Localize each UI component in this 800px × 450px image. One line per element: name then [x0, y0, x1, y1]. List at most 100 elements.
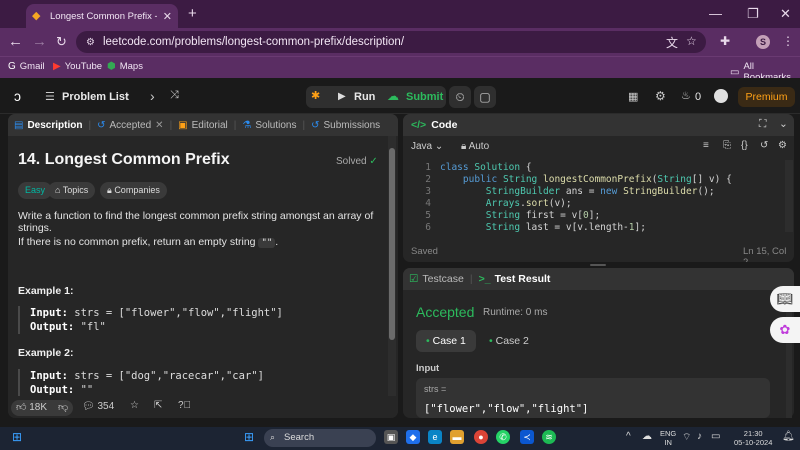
problem-list-link[interactable]: Problem List [62, 91, 129, 103]
tab-testcase[interactable]: ☑ Testcase [403, 268, 470, 290]
tray-chevron-icon[interactable]: ^ [626, 431, 631, 442]
dislike-button[interactable]: 👎︎ [58, 401, 68, 413]
editor-scrollbar[interactable] [785, 160, 793, 232]
bookmark-icon[interactable]: ⎘ [723, 140, 731, 151]
bookmark-gmail[interactable]: G Gmail [8, 61, 45, 72]
translate-icon[interactable]: 文 [666, 34, 678, 51]
wifi-icon[interactable]: ⌔ [682, 431, 691, 444]
taskbar-search[interactable]: Search [264, 429, 376, 447]
window-close-icon[interactable]: ✕ [780, 6, 791, 22]
next-problem-icon[interactable]: › [150, 88, 155, 104]
tab-submissions[interactable]: ↺ Submissions [305, 114, 386, 136]
premium-button[interactable]: Premium [738, 87, 795, 107]
tab-accepted[interactable]: ↺ Accepted ✕ [91, 114, 169, 136]
battery-icon[interactable]: ▭ [711, 431, 720, 442]
debug-icon[interactable]: ✱ [311, 89, 320, 102]
extensions-icon[interactable]: ✚ [720, 34, 730, 48]
maximize-icon[interactable]: ❐ [747, 6, 759, 22]
user-avatar[interactable] [714, 89, 728, 103]
fullscreen-icon[interactable]: ⛶ [759, 118, 766, 131]
notifications-icon[interactable]: 🔔︎ [782, 431, 795, 442]
run-button[interactable]: Run [354, 91, 375, 103]
bookmark-star-icon[interactable]: ☆ [686, 34, 697, 48]
app-icon[interactable]: ◆ [406, 430, 420, 444]
case-1-tab[interactable]: • Case 1 [416, 330, 476, 352]
editor-settings-icon[interactable]: ⚙ [778, 140, 787, 151]
case-2-tab[interactable]: • Case 2 [479, 330, 539, 352]
language-indicator[interactable]: ENG IN [660, 429, 676, 447]
autocomplete-mode[interactable]: 🔒︎ Auto [461, 141, 489, 152]
reload-icon[interactable]: ↻ [56, 33, 67, 51]
panel-menu-icon[interactable]: ⌄ [779, 118, 788, 130]
layout-icon[interactable]: ▦ [628, 90, 638, 103]
language-select[interactable]: Java ⌄ [411, 141, 443, 152]
comments-button[interactable]: 💬︎ 354 [82, 401, 114, 412]
tab-solutions[interactable]: ⚗ Solutions [236, 114, 302, 136]
submit-button[interactable]: Submit [406, 91, 443, 103]
chrome-icon[interactable]: ● [474, 430, 488, 444]
tab-code[interactable]: Code [431, 119, 457, 131]
scrollbar-thumb[interactable] [389, 148, 395, 340]
side-notes-button[interactable]: 📖︎ [770, 286, 800, 312]
run-play-icon: ▶ [338, 91, 346, 102]
onedrive-icon[interactable]: ☁ [642, 431, 652, 442]
spotify-icon[interactable]: ≋ [542, 430, 556, 444]
url-bar[interactable]: ⚙ leetcode.com/problems/longest-common-p… [76, 31, 706, 53]
braces-icon[interactable]: {} [741, 140, 748, 151]
back-icon[interactable]: ← [8, 33, 23, 51]
favorite-star-icon[interactable]: ☆ [130, 400, 139, 411]
edge-icon[interactable]: e [428, 430, 442, 444]
minimize-icon[interactable]: — [709, 6, 722, 21]
new-tab-icon[interactable]: + [188, 5, 197, 22]
difficulty-badge: Easy [18, 182, 53, 199]
inline-code: "" [258, 238, 276, 248]
windows-start-icon[interactable]: ⊞ [242, 430, 256, 444]
list-icon[interactable]: ☰ [45, 90, 55, 103]
bookmark-maps[interactable]: ⬢ Maps [107, 61, 143, 72]
tab-title: Longest Common Prefix - LeetCode [50, 10, 157, 22]
leetcode-logo-icon[interactable]: ↄ [14, 88, 21, 104]
companies-button[interactable]: 🔒︎ Companies [100, 182, 167, 199]
tab-test-result[interactable]: >_ Test Result [473, 268, 557, 290]
whatsapp-icon[interactable]: ✆ [496, 430, 510, 444]
bookmark-youtube[interactable]: ▶ YouTube [53, 61, 102, 72]
topics-button[interactable]: ⌂ Topics [48, 182, 96, 199]
prev-problem-icon[interactable]: ‹ [125, 88, 130, 104]
settings-gear-icon[interactable]: ⚙ [655, 89, 666, 103]
help-icon[interactable]: ?⃝ [178, 400, 191, 411]
file-explorer-icon[interactable]: ▬ [450, 430, 464, 444]
vscode-icon[interactable]: ≺ [520, 430, 534, 444]
leetcode-favicon-icon: ◆ [32, 10, 41, 22]
chrome-menu-icon[interactable]: ⋮ [782, 34, 794, 48]
like-button[interactable]: 👍︎ 18K [16, 401, 47, 413]
page-title[interactable]: 14. Longest Common Prefix [18, 151, 230, 169]
line-number: 5 [425, 210, 431, 221]
share-icon[interactable]: ⇱ [154, 400, 162, 411]
start-icon[interactable]: ⊞ [10, 430, 24, 444]
notes-icon[interactable]: ▢ [474, 86, 496, 108]
pass-dot-icon: • [489, 335, 493, 347]
shuffle-icon[interactable]: ⤨ [170, 89, 179, 102]
check-circle-icon: ✓ [369, 156, 378, 167]
format-icon[interactable]: ≡ [703, 140, 709, 151]
reset-icon[interactable]: ↺ [760, 140, 768, 151]
clock[interactable]: 21:30 05-10-2024 [734, 429, 772, 447]
code-line: String first = v[0]; [485, 210, 601, 221]
tab-description[interactable]: ▤ Description [8, 114, 88, 136]
tab-editorial[interactable]: ▣ Editorial [172, 114, 234, 136]
browser-tab[interactable]: ◆ Longest Common Prefix - LeetCode ✕ [26, 4, 178, 28]
forward-icon[interactable]: → [32, 33, 47, 51]
side-assistant-button[interactable]: ✿ [770, 317, 800, 343]
panel-resize-handle[interactable] [590, 264, 606, 266]
timer-icon[interactable]: ⏲ [449, 86, 471, 108]
code-editor[interactable]: 1 class Solution { 2 public String longe… [403, 160, 783, 233]
streak-fire-icon[interactable]: ♨ [681, 89, 691, 102]
code-line: String last = v[v.length-1]; [485, 222, 646, 233]
task-view-icon[interactable]: ▣ [384, 430, 398, 444]
editor-toolbar: Java ⌄ 🔒︎ Auto ≡ ⎘ {} ↺ ⚙ [403, 136, 794, 156]
site-info-icon[interactable]: ⚙ [86, 37, 95, 48]
close-tab-icon[interactable]: ✕ [163, 10, 172, 23]
profile-avatar[interactable]: S [756, 35, 770, 49]
volume-icon[interactable]: ♪ [697, 431, 702, 442]
close-tab-icon[interactable]: ✕ [155, 120, 163, 131]
